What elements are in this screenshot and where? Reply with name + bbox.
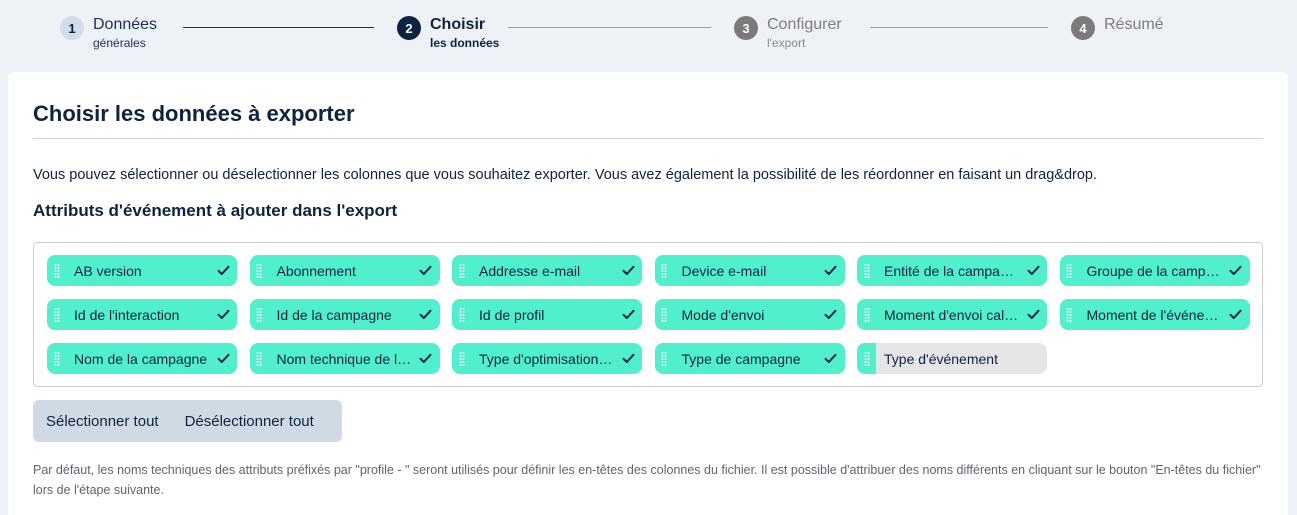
drag-handle-icon[interactable]: [47, 343, 66, 374]
step-title: Résumé: [1104, 16, 1164, 33]
drag-handle-icon[interactable]: [857, 343, 876, 374]
step-choose-data[interactable]: 2 Choisir les données: [397, 14, 499, 50]
section-title: Attributs d'événement à ajouter dans l'e…: [33, 201, 398, 220]
attribute-chip[interactable]: Abonnement: [249, 255, 440, 286]
attribute-chip[interactable]: Id de profil: [452, 299, 642, 330]
title-divider: [33, 138, 1263, 139]
drag-handle-icon[interactable]: [452, 343, 471, 374]
intro-text: Vous pouvez sélectionner ou déselectionn…: [33, 167, 1098, 183]
check-icon[interactable]: [821, 265, 841, 276]
chip-label: Type de campagne: [681, 350, 801, 367]
chip-label: Device e-mail: [681, 262, 767, 279]
check-icon[interactable]: [213, 265, 233, 276]
chip-label: Abonnement: [276, 262, 356, 279]
check-icon[interactable]: [618, 353, 638, 364]
drag-handle-icon[interactable]: [250, 255, 269, 286]
drag-handle-icon[interactable]: [47, 255, 66, 286]
main-card: Choisir les données à exporter Vous pouv…: [8, 72, 1288, 515]
drag-handle-icon[interactable]: [655, 343, 674, 374]
stepper: 1 Données générales 2 Choisir les donnée…: [0, 0, 1297, 72]
chip-label: Id de la campagne: [276, 306, 392, 323]
chip-label: Id de l'interaction: [74, 306, 180, 323]
attribute-chip[interactable]: AB version: [47, 255, 237, 286]
attribute-chip[interactable]: Moment d'envoi cal…: [857, 299, 1047, 330]
step-title: Configurer: [767, 16, 842, 33]
check-icon[interactable]: [618, 309, 638, 320]
check-icon[interactable]: [416, 309, 436, 320]
check-icon[interactable]: [618, 265, 638, 276]
step-number: 2: [397, 16, 421, 40]
check-icon[interactable]: [213, 353, 233, 364]
chip-label: Moment d'envoi cal…: [884, 306, 1019, 323]
drag-handle-icon[interactable]: [655, 255, 674, 286]
attribute-chip[interactable]: Type d'optimisation …: [452, 343, 642, 374]
step-title: Choisir: [430, 16, 486, 33]
step-connector: [183, 27, 374, 28]
attribute-chip[interactable]: Device e-mail: [654, 255, 845, 286]
drag-handle-icon[interactable]: [452, 255, 471, 286]
chip-label: Moment de l'événe…: [1086, 306, 1219, 323]
chip-label: Entité de la campag…: [884, 262, 1022, 279]
check-icon[interactable]: [416, 353, 436, 364]
attribute-chip[interactable]: Type d'événement: [857, 343, 1047, 374]
drag-handle-icon[interactable]: [655, 299, 674, 330]
drag-handle-icon[interactable]: [452, 299, 471, 330]
attribute-chip[interactable]: Nom technique de l…: [249, 343, 440, 374]
drag-handle-icon[interactable]: [250, 299, 269, 330]
check-icon[interactable]: [1023, 265, 1043, 276]
chip-label: Type d'événement: [884, 350, 998, 367]
step-configure-export[interactable]: 3 Configurer l'export: [734, 14, 842, 50]
step-number: 3: [734, 16, 758, 40]
check-icon[interactable]: [416, 265, 436, 276]
attribute-chip[interactable]: Type de campagne: [654, 343, 845, 374]
page-title: Choisir les données à exporter: [33, 101, 355, 126]
attribute-chip[interactable]: Id de l'interaction: [47, 299, 237, 330]
check-icon[interactable]: [213, 309, 233, 320]
attribute-chip[interactable]: Entité de la campag…: [857, 255, 1047, 286]
step-subtitle: l'export: [767, 36, 806, 50]
footnote-text: Par défaut, les noms techniques des attr…: [33, 463, 1261, 497]
check-icon[interactable]: [1226, 309, 1246, 320]
attribute-chip[interactable]: Groupe de la campa…: [1059, 255, 1250, 286]
attribute-chip[interactable]: Mode d'envoi: [654, 299, 845, 330]
attribute-chip[interactable]: Moment de l'événe…: [1059, 299, 1250, 330]
select-all-button[interactable]: Sélectionner tout: [33, 400, 172, 442]
attribute-chip[interactable]: Id de la campagne: [249, 299, 440, 330]
step-number: 1: [60, 16, 84, 40]
step-connector: [870, 27, 1048, 28]
drag-handle-icon[interactable]: [857, 299, 876, 330]
drag-handle-icon[interactable]: [1060, 299, 1079, 330]
step-subtitle: les données: [430, 36, 500, 50]
attribute-chip-list: AB version Abonnement Addresse e-mail Devic…: [33, 242, 1263, 387]
step-general-data[interactable]: 1 Données générales: [60, 14, 157, 50]
drag-handle-icon[interactable]: [47, 299, 66, 330]
chip-label: Groupe de la campa…: [1086, 262, 1226, 279]
check-icon[interactable]: [1226, 265, 1246, 276]
step-connector: [508, 27, 711, 28]
chip-label: Type d'optimisation …: [479, 350, 617, 367]
chip-label: Addresse e-mail: [479, 262, 581, 279]
chip-label: Nom de la campagne: [74, 350, 208, 367]
attribute-chip[interactable]: Nom de la campagne: [47, 343, 237, 374]
step-number: 4: [1071, 16, 1095, 40]
chip-label: Mode d'envoi: [681, 306, 765, 323]
drag-handle-icon[interactable]: [1060, 255, 1079, 286]
chip-label: Id de profil: [479, 306, 545, 323]
chip-label: AB version: [74, 262, 142, 279]
step-subtitle: générales: [93, 36, 146, 50]
drag-handle-icon[interactable]: [250, 343, 269, 374]
deselect-all-button[interactable]: Désélectionner tout: [172, 400, 327, 442]
step-title: Données: [93, 16, 158, 33]
attribute-chip[interactable]: Addresse e-mail: [452, 255, 642, 286]
selection-button-group: Sélectionner tout Désélectionner tout: [33, 400, 342, 442]
check-icon[interactable]: [821, 309, 841, 320]
step-summary[interactable]: 4 Résumé: [1071, 14, 1164, 40]
drag-handle-icon[interactable]: [857, 255, 876, 286]
chip-label: Nom technique de l…: [276, 350, 412, 367]
check-icon[interactable]: [1023, 309, 1043, 320]
check-icon[interactable]: [821, 353, 841, 364]
